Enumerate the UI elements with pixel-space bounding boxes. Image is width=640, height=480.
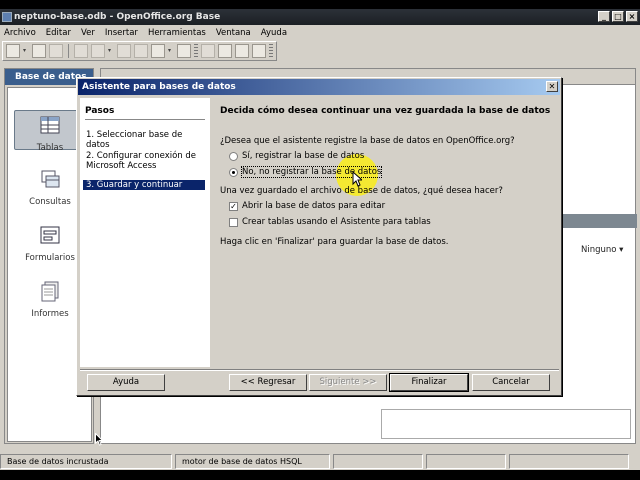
paste-dropdown-icon[interactable]: ▾	[108, 44, 114, 58]
create-tables-checkbox[interactable]	[229, 218, 238, 227]
step-configure-access[interactable]: 2. Configurar conexión de Microsoft Acce…	[83, 151, 205, 171]
maximize-button[interactable]: □	[612, 11, 624, 22]
menu-insertar[interactable]: Insertar	[105, 28, 138, 38]
help-button[interactable]: Ayuda	[87, 374, 165, 391]
category-tablas-label: Tablas	[36, 143, 64, 153]
new-dropdown-icon[interactable]: ▾	[23, 44, 29, 58]
next-button[interactable]: Siguiente >>	[309, 374, 387, 391]
menu-archivo[interactable]: Archivo	[4, 28, 36, 38]
sort-descending-icon[interactable]	[134, 44, 148, 58]
menu-ver[interactable]: Ver	[81, 28, 95, 38]
app-icon	[2, 12, 12, 22]
toolbar-grip[interactable]	[194, 44, 198, 58]
steps-title: Pasos	[85, 106, 115, 116]
standard-toolbar: ▾ ▾ ▾	[2, 41, 277, 61]
save-icon[interactable]	[49, 44, 63, 58]
form-design-icon[interactable]	[151, 44, 165, 58]
wizard-steps-panel: Pasos 1. Seleccionar base de datos 2. Co…	[80, 98, 210, 367]
finish-hint: Haga clic en 'Finalizar' para guardar la…	[220, 237, 449, 247]
menu-editar[interactable]: Editar	[46, 28, 71, 38]
dialog-title: Asistente para bases de datos	[82, 82, 236, 92]
open-database-label[interactable]: Abrir la base de datos para editar	[242, 201, 385, 211]
form-icon	[40, 226, 60, 244]
new-document-icon[interactable]	[6, 44, 20, 58]
status-cell-5	[509, 454, 629, 469]
documents-header	[561, 214, 637, 228]
table-icon	[40, 116, 60, 134]
window-title: neptuno-base.odb - OpenOffice.org Base	[14, 12, 221, 22]
minimize-button[interactable]: _	[598, 11, 610, 22]
register-yes-radio[interactable]	[229, 152, 238, 161]
sort-ascending-icon[interactable]	[117, 44, 131, 58]
report-icon	[41, 281, 59, 302]
menu-herramientas[interactable]: Herramientas	[148, 28, 206, 38]
finish-button[interactable]: Finalizar	[389, 373, 469, 392]
mouse-pointer-icon	[352, 171, 362, 187]
cancel-button[interactable]: Cancelar	[472, 374, 550, 391]
pencil-edit-icon[interactable]	[218, 44, 232, 58]
wizard-heading: Decida cómo desea continuar una vez guar…	[220, 106, 551, 116]
window-titlebar[interactable]: neptuno-base.odb - OpenOffice.org Base _…	[0, 9, 640, 25]
menubar: Archivo Editar Ver Insertar Herramientas…	[0, 25, 640, 40]
after-save-question: Una vez guardado el archivo de base de d…	[220, 186, 503, 196]
close-button[interactable]: ×	[626, 11, 638, 22]
open-database-checkbox[interactable]: ✓	[229, 202, 238, 211]
database-wizard-dialog: Asistente para bases de datos ✕ Pasos 1.…	[76, 77, 562, 396]
rename-icon[interactable]	[252, 44, 266, 58]
create-tables-label[interactable]: Crear tablas usando el Asistente para ta…	[242, 217, 431, 227]
steps-divider	[85, 119, 205, 120]
toolbar-separator	[68, 44, 69, 58]
desktop-cursor-icon	[95, 433, 103, 446]
statusbar: Base de datos incrustada motor de base d…	[0, 453, 640, 470]
wizard-content: Decida cómo desea continuar una vez guar…	[211, 98, 559, 367]
back-button[interactable]: << Regresar	[229, 374, 307, 391]
dialog-button-separator	[80, 369, 559, 371]
screen: neptuno-base.odb - OpenOffice.org Base _…	[0, 0, 640, 480]
register-no-radio[interactable]	[229, 168, 238, 177]
step-save-and-continue[interactable]: 3. Guardar y continuar	[83, 180, 205, 190]
status-embedded-db: Base de datos incrustada	[0, 454, 172, 469]
register-question: ¿Desea que el asistente registre la base…	[220, 136, 515, 146]
status-cell-4	[426, 454, 506, 469]
copy-icon[interactable]	[74, 44, 88, 58]
register-yes-label[interactable]: Sí, registrar la base de datos	[242, 151, 364, 161]
form-dropdown-icon[interactable]: ▾	[168, 44, 174, 58]
dialog-close-icon[interactable]: ✕	[546, 81, 558, 92]
status-cell-3	[333, 454, 423, 469]
preview-area	[381, 409, 631, 439]
open-folder-icon[interactable]	[32, 44, 46, 58]
step-select-database[interactable]: 1. Seleccionar base de datos	[83, 130, 205, 150]
dialog-titlebar[interactable]: Asistente para bases de datos ✕	[78, 79, 560, 95]
delete-icon[interactable]	[235, 44, 249, 58]
menu-ventana[interactable]: Ventana	[216, 28, 251, 38]
toolbar-grip-2[interactable]	[269, 44, 273, 58]
menu-ayuda[interactable]: Ayuda	[261, 28, 287, 38]
preview-mode-select[interactable]: Ninguno ▾	[581, 245, 623, 255]
status-db-engine: motor de base de datos HSQL	[175, 454, 330, 469]
paste-icon[interactable]	[91, 44, 105, 58]
query-icon	[41, 170, 60, 188]
help-circle-icon[interactable]	[177, 44, 191, 58]
edit-table-icon[interactable]	[201, 44, 215, 58]
